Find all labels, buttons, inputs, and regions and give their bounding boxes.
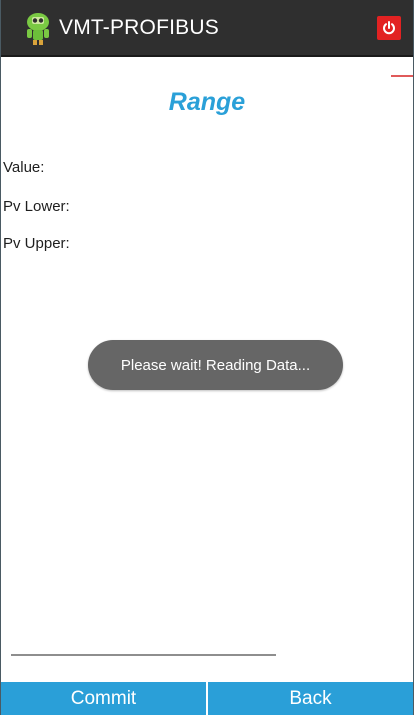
accent-line xyxy=(391,75,413,77)
robot-logo-icon xyxy=(27,13,49,45)
commit-button[interactable]: Commit xyxy=(1,682,206,715)
power-icon xyxy=(383,21,395,35)
app-screen: VMT-PROFIBUS Range Value: Pv Lower: Pv U… xyxy=(0,0,414,715)
back-button[interactable]: Back xyxy=(206,682,413,715)
pv-lower-label: Pv Lower: xyxy=(3,198,70,215)
power-button[interactable] xyxy=(377,16,401,40)
page-title: Range xyxy=(168,88,246,116)
pv-upper-label: Pv Upper: xyxy=(3,235,70,252)
app-title: VMT-PROFIBUS xyxy=(59,16,219,39)
loading-toast: Please wait! Reading Data... xyxy=(88,340,343,390)
app-bar: VMT-PROFIBUS xyxy=(1,0,413,57)
button-bar: Commit Back xyxy=(1,682,413,715)
bottom-divider xyxy=(11,654,276,656)
value-label: Value: xyxy=(3,159,45,176)
